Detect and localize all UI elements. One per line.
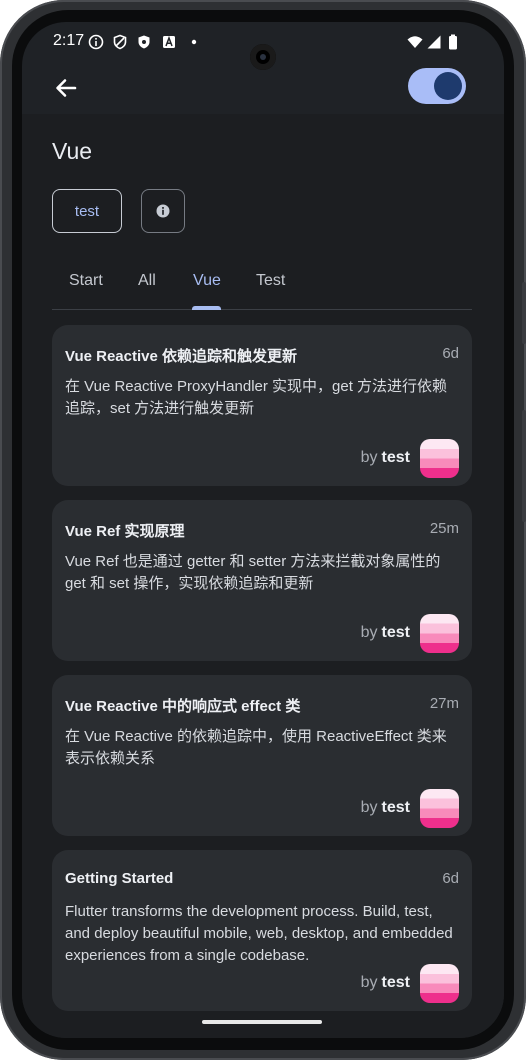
tab-vue[interactable]: Vue	[193, 272, 221, 290]
post-body: Vue Ref 也是通过 getter 和 setter 方法来拦截对象属性的 …	[65, 553, 441, 592]
author-avatar[interactable]	[420, 789, 459, 828]
wifi-icon	[407, 36, 423, 48]
power-button	[522, 282, 526, 344]
dot-icon	[191, 39, 197, 45]
by-label: by	[360, 799, 378, 816]
post-card[interactable]: Getting Started 6d Flutter transforms th…	[52, 850, 472, 1011]
arrow-left-icon[interactable]	[52, 74, 80, 102]
post-title: Vue Ref 实现原理	[65, 523, 185, 540]
post-byline: by test	[361, 624, 410, 642]
shield-outline-icon	[113, 34, 127, 50]
toggle-knob	[434, 72, 462, 100]
tab-bar: Start All Vue Test	[52, 264, 472, 310]
status-time: 2:17	[53, 32, 85, 49]
author-avatar[interactable]	[420, 439, 459, 478]
info-icon	[156, 204, 170, 218]
post-byline: by test	[361, 974, 410, 992]
theme-toggle[interactable]	[408, 68, 466, 104]
post-author[interactable]: test	[382, 799, 410, 816]
volume-button	[522, 410, 526, 522]
page-title: Vue	[52, 138, 93, 164]
battery-icon	[449, 34, 457, 50]
post-card[interactable]: Vue Reactive 依赖追踪和触发更新 6d 在 Vue Reactive…	[52, 325, 472, 486]
post-body: 在 Vue Reactive ProxyHandler 实现中，get 方法进行…	[65, 378, 448, 417]
tab-test[interactable]: Test	[256, 272, 285, 290]
post-byline: by test	[361, 449, 410, 467]
by-label: by	[360, 624, 378, 641]
post-author[interactable]: test	[382, 974, 410, 991]
post-byline: by test	[361, 799, 410, 817]
info-button[interactable]	[141, 189, 185, 233]
app-bar	[22, 62, 504, 114]
post-author[interactable]: test	[382, 449, 410, 466]
a-box-icon	[163, 35, 175, 48]
post-author[interactable]: test	[382, 624, 410, 641]
post-time: 6d	[442, 870, 459, 887]
post-card[interactable]: Vue Ref 实现原理 25m Vue Ref 也是通过 getter 和 s…	[52, 500, 472, 661]
tab-indicator	[192, 306, 221, 310]
post-card[interactable]: Vue Reactive 中的响应式 effect 类 27m 在 Vue Re…	[52, 675, 472, 836]
phone-frame: 2:17 Vue test Start All Vue Test Vue Rea…	[0, 0, 526, 1060]
cell-signal-icon	[427, 35, 441, 49]
home-indicator[interactable]	[202, 1020, 322, 1024]
post-title: Vue Reactive 依赖追踪和触发更新	[65, 348, 297, 365]
post-time: 25m	[429, 520, 459, 537]
by-label: by	[360, 449, 378, 466]
post-time: 6d	[442, 345, 459, 362]
tab-all[interactable]: All	[138, 272, 156, 290]
by-label: by	[360, 974, 378, 991]
screen: 2:17 Vue test Start All Vue Test Vue Rea…	[22, 22, 504, 1038]
post-title: Vue Reactive 中的响应式 effect 类	[65, 698, 301, 715]
post-body: 在 Vue Reactive 的依赖追踪中，使用 ReactiveEffect …	[65, 728, 447, 767]
post-body: Flutter transforms the development proce…	[65, 903, 453, 964]
main-content: Vue test Start All Vue Test Vue Reactive…	[22, 114, 504, 1038]
tag-button[interactable]: test	[52, 189, 122, 233]
author-avatar[interactable]	[420, 614, 459, 653]
post-title: Getting Started	[65, 870, 174, 887]
info-circle-icon	[88, 34, 104, 50]
shield-filled-icon	[138, 35, 150, 49]
post-time: 27m	[429, 695, 459, 712]
tab-start[interactable]: Start	[69, 272, 103, 290]
author-avatar[interactable]	[420, 964, 459, 1003]
